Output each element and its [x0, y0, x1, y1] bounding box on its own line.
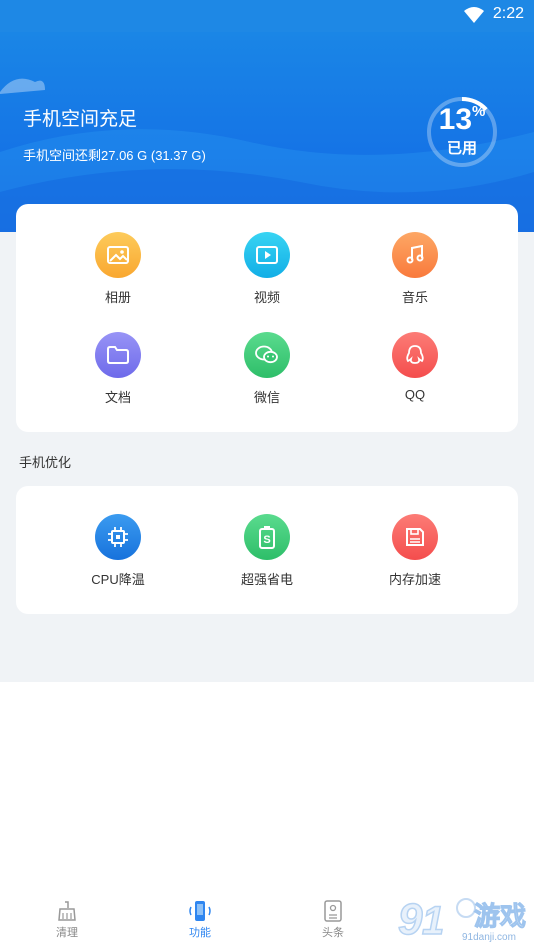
optimize-section-title: 手机优化: [19, 455, 72, 470]
used-label: 已用: [446, 140, 477, 157]
phone-function-icon: [160, 898, 240, 924]
status-time: 2:22: [492, 5, 524, 22]
storage-title: 手机空间充足: [23, 109, 138, 130]
optimize-card: CPU降温 S 超强省电 内存加速: [16, 486, 518, 614]
category-qq[interactable]: QQ: [355, 332, 475, 402]
category-label: 文档: [104, 390, 131, 405]
video-icon: [244, 232, 290, 278]
category-label: 音乐: [401, 290, 428, 305]
news-icon: [293, 898, 373, 924]
category-video[interactable]: 视频: [207, 232, 327, 306]
tab-clean[interactable]: 清理: [27, 898, 107, 940]
category-documents[interactable]: 文档: [58, 332, 178, 406]
qq-icon: [392, 332, 438, 378]
category-wechat[interactable]: 微信: [207, 332, 327, 406]
status-bar: 2:22: [0, 0, 534, 32]
file-categories-card: 相册 视频 音乐 文档 微信 QQ: [16, 204, 518, 432]
optimize-cpu-cool[interactable]: CPU降温: [58, 514, 178, 588]
memory-card-icon: [392, 514, 438, 560]
category-label: 视频: [253, 290, 280, 305]
category-album[interactable]: 相册: [58, 232, 178, 306]
wifi-icon: [464, 7, 484, 23]
optimize-label: 超强省电: [240, 572, 293, 587]
optimize-label: CPU降温: [91, 572, 145, 587]
category-music[interactable]: 音乐: [355, 232, 475, 306]
watermark-brand: 游戏: [473, 901, 527, 932]
optimize-label: 内存加速: [388, 572, 441, 587]
optimize-memory-boost[interactable]: 内存加速: [355, 514, 475, 588]
svg-text:1: 1: [422, 899, 444, 943]
svg-text:9: 9: [398, 895, 423, 944]
used-percent: 13: [438, 103, 473, 136]
svg-text:S: S: [263, 534, 270, 546]
battery-icon: S: [244, 514, 290, 560]
storage-header: 手机空间充足 手机空间还剩27.06 G (31.37 G) 13% 已用: [0, 32, 534, 232]
photo-album-icon: [95, 232, 141, 278]
tab-headlines[interactable]: 头条: [293, 898, 373, 940]
tab-function[interactable]: 功能: [160, 898, 240, 940]
watermark-url: 91danji.com: [462, 932, 516, 943]
category-label: 微信: [253, 390, 280, 405]
tab-label: 功能: [189, 927, 211, 939]
percent-sign: %: [472, 103, 486, 120]
optimize-power-saving[interactable]: S 超强省电: [207, 514, 327, 588]
tab-label: 清理: [56, 927, 78, 939]
storage-detail: 手机空间还剩27.06 G (31.37 G): [23, 148, 206, 163]
folder-icon: [95, 332, 141, 378]
broom-icon: [27, 898, 107, 924]
storage-usage-gauge: 13% 已用: [425, 95, 499, 169]
site-watermark-logo: 9 1 游戏 91danji.com: [396, 892, 534, 949]
tab-label: 头条: [322, 927, 344, 939]
category-label: 相册: [104, 290, 131, 305]
wechat-icon: [244, 332, 290, 378]
music-icon: [392, 232, 438, 278]
cpu-icon: [95, 514, 141, 560]
category-label: QQ: [404, 387, 426, 402]
